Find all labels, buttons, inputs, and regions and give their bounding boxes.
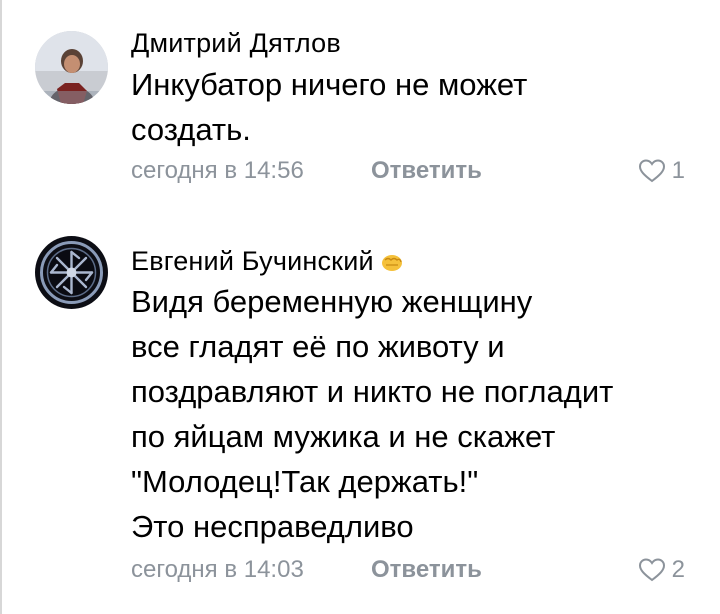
left-edge-divider [0, 0, 2, 614]
avatar[interactable] [35, 31, 108, 104]
comment-text-line: Видя беременную женщину [131, 284, 533, 319]
comment-text-line: по яйцам мужика и не скажет [131, 419, 556, 454]
comment-text-line: "Молодец!Так держать!" [131, 464, 479, 499]
comment-meta: сегодня в 14:56 Ответить 1 [131, 154, 701, 188]
comment-author[interactable]: Дмитрий Дятлов [131, 27, 701, 59]
fist-emoji-icon [380, 249, 404, 273]
comment-text-line: Это несправедливо [131, 509, 414, 544]
comment-body: Дмитрий Дятлов Инкубатор ничего не может… [131, 27, 701, 188]
comment-meta: сегодня в 14:03 Ответить 2 [131, 553, 701, 587]
comment-timestamp: сегодня в 14:56 [131, 157, 304, 184]
heart-icon [638, 158, 666, 184]
like-button[interactable]: 1 [638, 154, 685, 188]
heart-icon [638, 557, 666, 583]
author-name[interactable]: Дмитрий Дятлов [131, 27, 341, 59]
comment-text-line: создать. [131, 112, 251, 147]
comment-text-line: все гладят её по животу и [131, 329, 505, 364]
avatar[interactable] [35, 236, 108, 309]
comment-timestamp: сегодня в 14:03 [131, 556, 304, 583]
comment-text-line: поздравляют и никто не погладит [131, 374, 614, 409]
comment-text-line: Инкубатор ничего не может [131, 67, 528, 102]
circular-ornament-avatar-icon [35, 236, 108, 309]
reply-button[interactable]: Ответить [371, 553, 482, 587]
like-count: 2 [671, 556, 685, 583]
comment-text: Видя беременную женщину все гладят её по… [131, 279, 701, 549]
comment-author[interactable]: Евгений Бучинский [131, 245, 701, 277]
like-count: 1 [671, 157, 685, 184]
like-button[interactable]: 2 [638, 553, 685, 587]
comment-body: Евгений Бучинский Видя беременную женщин… [131, 245, 701, 587]
user-photo-avatar-icon [35, 31, 108, 104]
reply-button[interactable]: Ответить [371, 154, 482, 188]
author-name[interactable]: Евгений Бучинский [131, 245, 374, 277]
comment-text: Инкубатор ничего не может создать. [131, 62, 701, 152]
